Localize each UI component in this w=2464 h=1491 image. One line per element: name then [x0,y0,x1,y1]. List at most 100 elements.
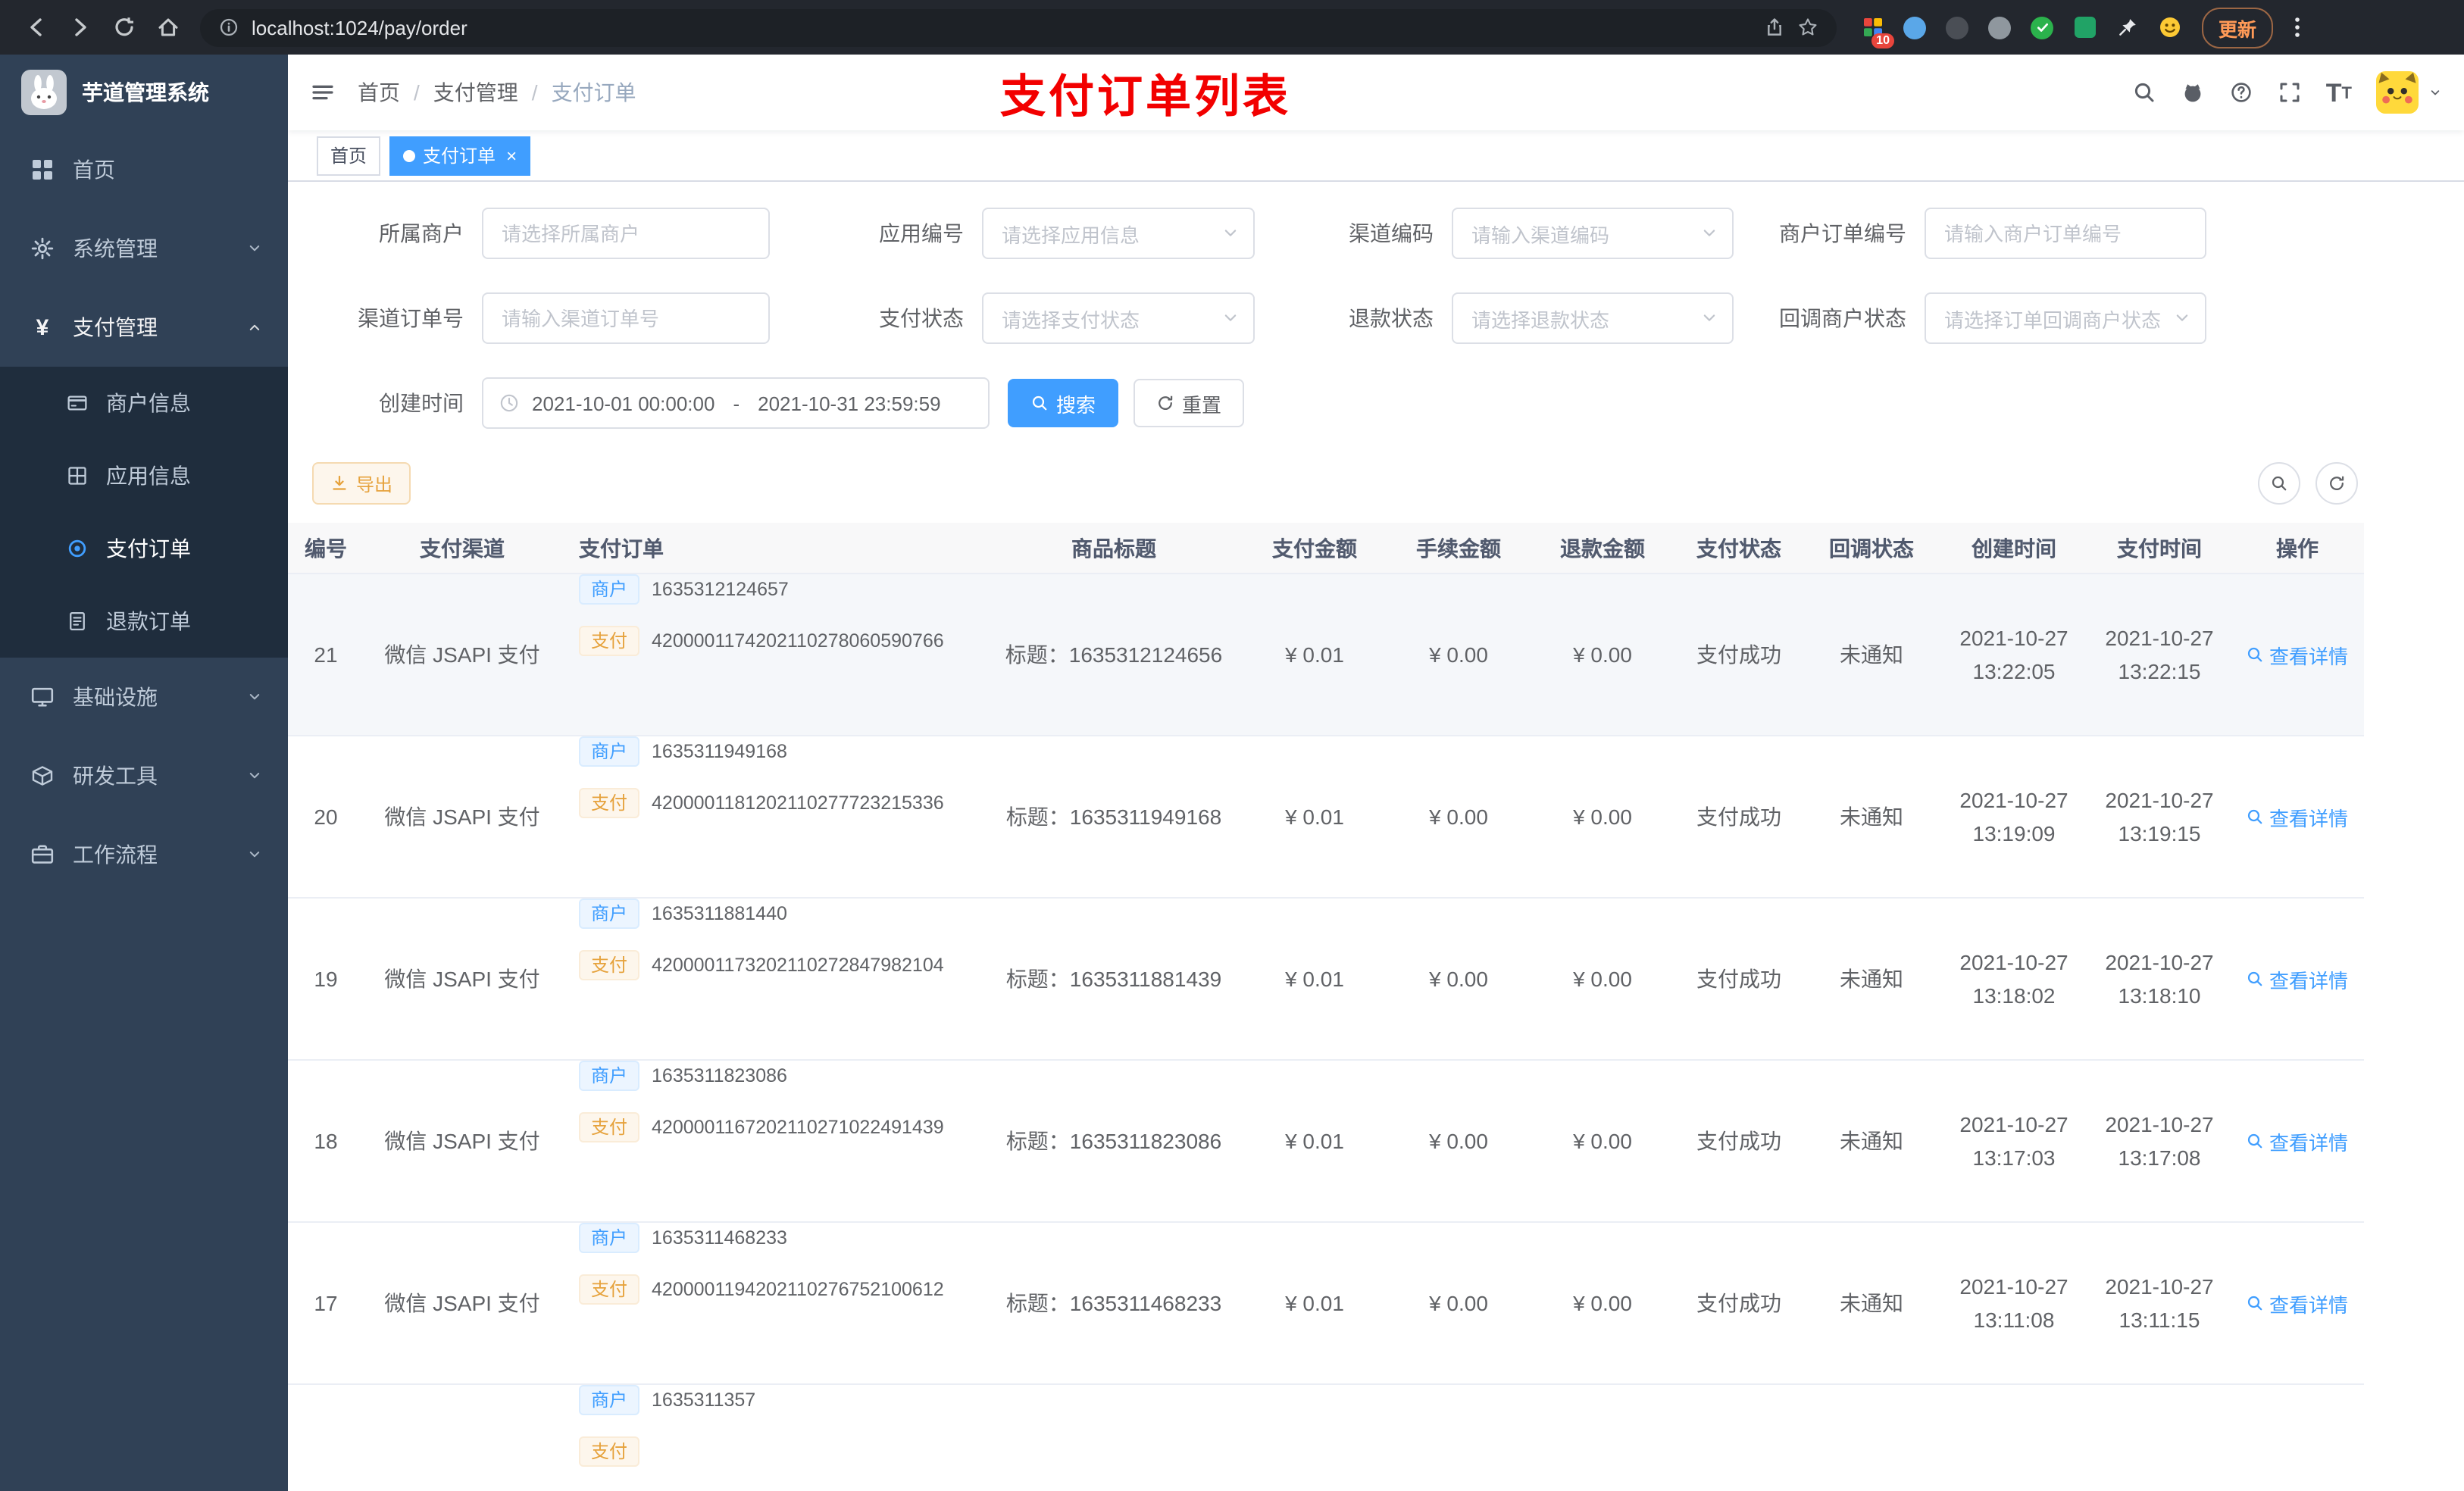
view-detail-link[interactable]: 查看详情 [2247,964,2348,993]
tab-close-icon[interactable]: × [506,145,517,166]
sidebar-item-label: 支付订单 [106,536,191,561]
merchant-input[interactable] [482,208,770,259]
header-actions: 操作 [2276,536,2319,560]
breadcrumb-separator: / [531,80,538,105]
kebab-menu-icon [2285,15,2309,39]
breadcrumb-section[interactable]: 支付管理 [433,77,518,108]
bookmark-star-icon[interactable] [1797,17,1818,38]
view-detail-link[interactable]: 查看详情 [2247,640,2348,669]
channel-code-select[interactable]: 请输入渠道编码 [1452,208,1734,259]
reset-button[interactable]: 重置 [1134,379,1245,427]
github-button[interactable] [2181,80,2205,105]
sidebar-item-workflow[interactable]: 工作流程 [0,815,288,894]
pay-tag: 支付 [579,626,640,656]
view-detail-link[interactable]: 查看详情 [2247,1127,2348,1155]
tags-view-bar: 首页 支付订单 × [288,130,2464,182]
browser-back-button[interactable] [15,7,56,48]
sidebar-item-payment[interactable]: ¥ 支付管理 [0,288,288,367]
user-menu[interactable] [2376,71,2443,114]
browser-menu-button[interactable] [2285,15,2309,39]
sidebar-item-refund-order[interactable]: 退款订单 [0,585,288,658]
sidebar-item-pay-order[interactable]: 支付订单 [0,512,288,585]
font-size-button[interactable]: T T [2326,80,2352,105]
extension-gray-icon[interactable] [1985,13,2014,42]
extension-green-square-icon[interactable] [2070,13,2099,42]
breadcrumb-home[interactable]: 首页 [358,77,400,108]
dot-circle-icon [67,538,88,559]
sidebar-item-merchant-info[interactable]: 商户信息 [0,367,288,439]
notify-status-select[interactable]: 请选择订单回调商户状态 [1925,292,2206,344]
extension-blue-icon[interactable] [1900,13,1929,42]
cell-fee: ¥ 0.00 [1429,805,1488,829]
extension-green-check-icon[interactable] [2028,13,2056,42]
cell-id: 21 [314,642,338,667]
browser-update-button[interactable]: 更新 [2202,7,2274,48]
pay-status-select[interactable]: 请选择支付状态 [982,292,1255,344]
pay-tag: 支付 [579,950,640,980]
yen-icon: ¥ [36,314,49,340]
cell-fee [1387,1385,1531,1491]
range-start: 2021-10-01 00:00:00 [532,392,715,414]
merchant-tag: 商户 [579,1061,640,1091]
extension-pin-icon[interactable] [2112,13,2141,42]
site-info-icon[interactable] [218,17,239,38]
app-no-select[interactable]: 请选择应用信息 [982,208,1255,259]
page-content: 所属商户 应用编号 请选择应用信息 渠道编码 请输入渠道编码 商户订单编号 [288,182,2464,1491]
tab-home[interactable]: 首页 [317,136,381,175]
export-button[interactable]: 导出 [312,462,411,505]
app-no-label: 应用编号 [879,221,964,245]
help-button[interactable] [2229,80,2253,105]
search-button[interactable]: 搜索 [1008,379,1119,427]
hamburger-button[interactable] [288,80,358,105]
fullscreen-button[interactable] [2278,80,2302,105]
cell-amount [1243,1385,1387,1491]
tab-pay-order[interactable]: 支付订单 × [389,136,531,175]
sidebar-item-app-info[interactable]: 应用信息 [0,439,288,512]
browser-forward-button[interactable] [59,7,100,48]
cell-title [985,1385,1243,1491]
view-detail-link[interactable]: 查看详情 [2247,1289,2348,1318]
header-title: 商品标题 [1071,536,1156,560]
extension-icons: 10 [1858,13,2184,48]
cell-fee: ¥ 0.00 [1429,642,1488,667]
refund-status-select[interactable]: 请选择退款状态 [1452,292,1734,344]
cell-notify: 未通知 [1840,642,1903,667]
header-search-button[interactable] [2132,80,2156,105]
share-icon[interactable] [1764,17,1785,38]
search-icon [2132,80,2156,105]
breadcrumb-separator: / [414,80,420,105]
sidebar-item-infrastructure[interactable]: 基础设施 [0,658,288,736]
channel-order-line: 支付 4200001173202110272847982104 [579,950,944,980]
extension-colorful-icon[interactable]: 10 [1858,13,1894,48]
browser-home-button[interactable] [147,7,188,48]
screen: localhost:1024/pay/order 10 更新 芋道管理系统 首页… [0,0,2464,1491]
cell-pay-time: 2021-10-27 13:22:15 [2105,626,2214,683]
cell-id: 20 [314,805,338,829]
chevron-up-icon [245,318,264,336]
cell-pay-order: 商户 1635311468233 支付 42000011942021102767… [561,1223,985,1383]
browser-reload-button[interactable] [103,7,144,48]
table-row: 21 微信 JSAPI 支付 商户 1635312124657 支付 42000… [288,574,2364,736]
view-detail-link[interactable]: 查看详情 [2247,802,2348,831]
extension-smiley-icon[interactable] [2155,13,2184,42]
navbar-actions: T T [2132,71,2464,114]
cell-refund: ¥ 0.00 [1573,1129,1632,1153]
sidebar-item-system[interactable]: 系统管理 [0,209,288,288]
url-bar[interactable]: localhost:1024/pay/order [200,8,1837,46]
gear-icon [30,236,55,261]
create-time-range-picker[interactable]: 2021-10-01 00:00:00 - 2021-10-31 23:59:5… [482,377,990,429]
channel-order-no-input[interactable] [482,292,770,344]
fullscreen-icon [2278,80,2302,105]
refresh-table-button[interactable] [2315,462,2358,505]
sidebar-item-home[interactable]: 首页 [0,130,288,209]
chevron-down-icon [245,239,264,258]
merchant-tag: 商户 [579,899,640,929]
table-row: 18 微信 JSAPI 支付 商户 1635311823086 支付 42000… [288,1061,2364,1223]
merchant-order-no-input[interactable] [1925,208,2206,259]
toggle-search-button[interactable] [2258,462,2300,505]
pay-status-label: 支付状态 [879,306,964,330]
sidebar-item-dev-tools[interactable]: 研发工具 [0,736,288,815]
extension-dark-icon[interactable] [1943,13,1972,42]
box-icon [30,764,55,788]
merchant-label: 所属商户 [379,221,464,245]
